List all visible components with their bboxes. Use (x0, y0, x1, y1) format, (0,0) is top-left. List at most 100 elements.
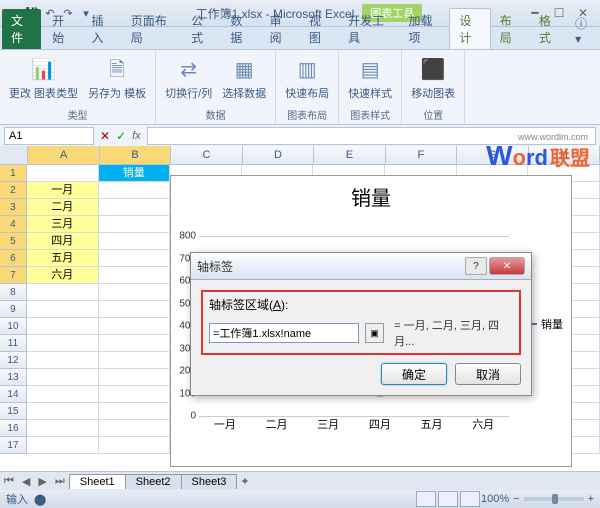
tab-data[interactable]: 数据 (221, 9, 260, 49)
change-chart-type-button[interactable]: 📊更改 图表类型 (6, 52, 81, 103)
cell[interactable] (99, 420, 171, 437)
cell[interactable]: 四月 (27, 233, 99, 250)
sheet-tab[interactable]: Sheet3 (181, 474, 238, 489)
save-template-button[interactable]: 🗎另存为 模板 (85, 52, 149, 103)
col-header[interactable]: E (314, 146, 385, 164)
cell[interactable] (27, 318, 99, 335)
switch-row-col-button[interactable]: ⇄切换行/列 (162, 52, 215, 103)
row-header[interactable]: 4 (0, 216, 27, 233)
col-header[interactable]: A (28, 146, 99, 164)
cell[interactable] (99, 301, 171, 318)
col-header[interactable]: D (243, 146, 314, 164)
cell[interactable] (99, 437, 171, 454)
cell[interactable] (99, 199, 171, 216)
cell[interactable] (27, 165, 99, 182)
cell[interactable]: 销量 (99, 165, 171, 182)
zoom-out-icon[interactable]: − (513, 493, 519, 505)
tab-file[interactable]: 文件 (2, 9, 41, 49)
tab-review[interactable]: 审阅 (261, 9, 300, 49)
macro-record-icon[interactable]: ⬤ (34, 493, 46, 506)
row-header[interactable]: 15 (0, 403, 27, 420)
tab-page-layout[interactable]: 页面布局 (122, 9, 182, 49)
enter-icon[interactable]: ✓ (116, 129, 126, 143)
cell[interactable] (27, 369, 99, 386)
col-header[interactable]: C (171, 146, 242, 164)
cell[interactable] (99, 369, 171, 386)
tab-home[interactable]: 开始 (43, 9, 82, 49)
zoom-control[interactable]: 100% − + (481, 493, 594, 505)
view-page-break-icon[interactable] (460, 491, 480, 507)
tab-addins[interactable]: 加载项 (400, 9, 450, 49)
cell[interactable] (99, 233, 171, 250)
cell[interactable] (27, 284, 99, 301)
row-header[interactable]: 12 (0, 352, 27, 369)
chart-title[interactable]: 销量 (171, 176, 571, 217)
tab-design[interactable]: 设计 (449, 8, 490, 49)
move-chart-button[interactable]: ⬛移动图表 (408, 52, 458, 103)
sheet-nav-first-icon[interactable]: ⏮ (0, 475, 18, 488)
row-header[interactable]: 9 (0, 301, 27, 318)
row-header[interactable]: 10 (0, 318, 27, 335)
quick-styles-button[interactable]: ▤快速样式 (345, 52, 395, 103)
tab-layout2[interactable]: 布局 (491, 9, 530, 49)
dialog-titlebar[interactable]: 轴标签 ? ✕ (191, 253, 531, 280)
fx-icon[interactable]: fx (132, 130, 141, 142)
quick-layout-button[interactable]: ▥快速布局 (282, 52, 332, 103)
zoom-in-icon[interactable]: + (588, 493, 594, 505)
row-header[interactable]: 1 (0, 165, 27, 182)
cancel-icon[interactable]: ✕ (100, 129, 110, 143)
cell[interactable]: 二月 (27, 199, 99, 216)
cell[interactable] (27, 335, 99, 352)
cell[interactable] (99, 386, 171, 403)
cancel-button[interactable]: 取消 (455, 363, 521, 385)
row-header[interactable]: 6 (0, 250, 27, 267)
name-box[interactable]: A1 (4, 127, 94, 145)
sheet-tab[interactable]: Sheet1 (69, 474, 126, 489)
row-header[interactable]: 8 (0, 284, 27, 301)
help-icon[interactable]: ⓘ ▾ (569, 12, 600, 49)
row-header[interactable]: 16 (0, 420, 27, 437)
sheet-nav-next-icon[interactable]: ▶ (34, 475, 50, 488)
cell[interactable]: 三月 (27, 216, 99, 233)
row-header[interactable]: 11 (0, 335, 27, 352)
cell[interactable] (27, 437, 99, 454)
cell[interactable] (99, 267, 171, 284)
new-sheet-icon[interactable]: ✦ (236, 475, 253, 488)
ok-button[interactable]: 确定 (381, 363, 447, 385)
cell[interactable] (27, 386, 99, 403)
dialog-help-icon[interactable]: ? (465, 257, 487, 275)
row-header[interactable]: 3 (0, 199, 27, 216)
tab-insert[interactable]: 插入 (82, 9, 121, 49)
row-header[interactable]: 2 (0, 182, 27, 199)
zoom-slider[interactable] (524, 497, 584, 501)
row-header[interactable]: 13 (0, 369, 27, 386)
cell[interactable] (99, 403, 171, 420)
row-header[interactable]: 14 (0, 386, 27, 403)
cell[interactable] (99, 318, 171, 335)
row-header[interactable]: 5 (0, 233, 27, 250)
tab-developer[interactable]: 开发工具 (339, 9, 399, 49)
cell[interactable]: 一月 (27, 182, 99, 199)
sheet-tab[interactable]: Sheet2 (125, 474, 182, 489)
col-header[interactable]: F (386, 146, 457, 164)
cell[interactable] (27, 420, 99, 437)
axis-range-input[interactable] (209, 323, 359, 343)
sheet-nav-last-icon[interactable]: ⏭ (51, 475, 69, 488)
select-all-corner[interactable] (0, 146, 28, 164)
cell[interactable] (27, 403, 99, 420)
cell[interactable] (99, 284, 171, 301)
cell[interactable]: 六月 (27, 267, 99, 284)
sheet-nav-prev-icon[interactable]: ◀ (18, 475, 34, 488)
tab-view[interactable]: 视图 (300, 9, 339, 49)
view-normal-icon[interactable] (416, 491, 436, 507)
row-header[interactable]: 17 (0, 437, 27, 454)
cell[interactable] (99, 335, 171, 352)
cell[interactable] (99, 216, 171, 233)
cell[interactable] (99, 182, 171, 199)
tab-formulas[interactable]: 公式 (182, 9, 221, 49)
row-header[interactable]: 7 (0, 267, 27, 284)
col-header[interactable]: B (100, 146, 171, 164)
cell[interactable]: 五月 (27, 250, 99, 267)
range-picker-icon[interactable]: ▣ (365, 323, 384, 343)
view-page-layout-icon[interactable] (438, 491, 458, 507)
